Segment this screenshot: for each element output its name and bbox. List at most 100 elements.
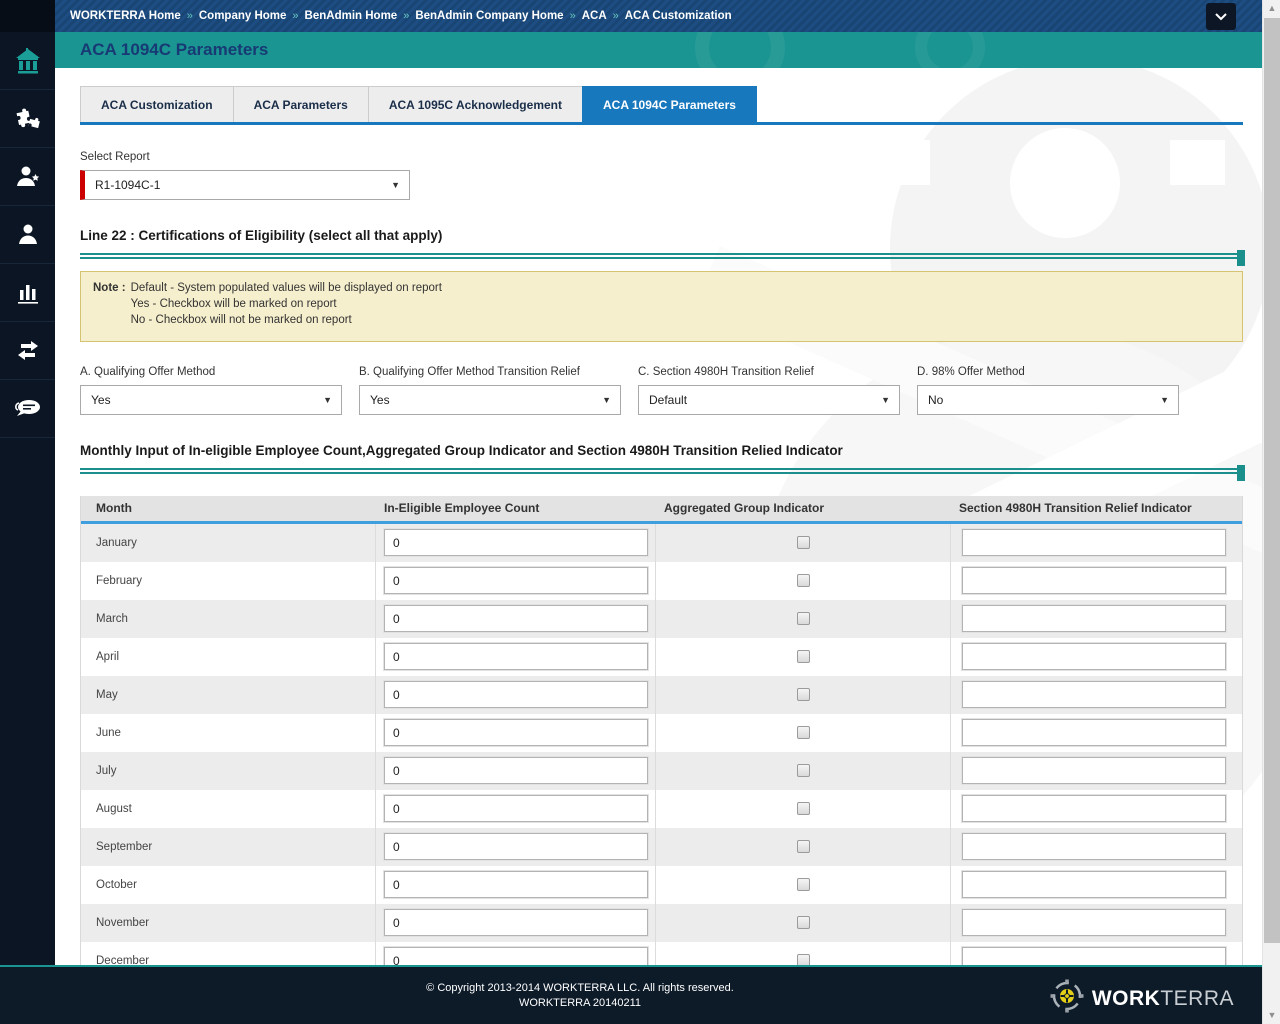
- dropdown-arrow-icon: ▼: [602, 394, 611, 405]
- month-label: April: [96, 650, 120, 663]
- relief-input-march[interactable]: [961, 604, 1227, 634]
- offer-method-98-select[interactable]: No ▼: [917, 384, 1179, 415]
- workterra-logo-icon: [1050, 979, 1084, 1018]
- breadcrumb: WORKTERRA Home » Company Home » BenAdmin…: [55, 0, 1262, 32]
- vertical-scrollbar[interactable]: ▲ ▼: [1262, 0, 1280, 1024]
- month-label: November: [96, 916, 150, 929]
- table-row-july: July: [81, 751, 1242, 790]
- aggregated-checkbox-june[interactable]: [796, 726, 810, 740]
- count-input-december[interactable]: [383, 946, 649, 965]
- aggregated-checkbox-september[interactable]: [796, 840, 810, 854]
- count-input-april[interactable]: [383, 642, 649, 672]
- aggregated-checkbox-february[interactable]: [796, 574, 810, 588]
- sidebar-item-transfer[interactable]: [0, 322, 55, 380]
- breadcrumb-separator: »: [612, 10, 619, 22]
- breadcrumb-benadmin-company-home[interactable]: BenAdmin Company Home: [415, 10, 563, 22]
- qualifying-offer-method-select[interactable]: Yes ▼: [80, 384, 342, 415]
- sidebar-item-reports[interactable]: [0, 264, 55, 322]
- relief-input-august[interactable]: [961, 794, 1227, 824]
- breadcrumb-aca-customization[interactable]: ACA Customization: [625, 10, 732, 22]
- collapse-button[interactable]: [1206, 3, 1236, 30]
- scroll-up-arrow-icon[interactable]: ▲: [1263, 0, 1280, 17]
- tab-aca-1095c-acknowledgement[interactable]: ACA 1095C Acknowledgement: [367, 86, 582, 122]
- count-input-june[interactable]: [383, 718, 649, 748]
- breadcrumb-benadmin-home[interactable]: BenAdmin Home: [305, 10, 398, 22]
- count-input-february[interactable]: [383, 566, 649, 596]
- footer: © Copyright 2013-2014 WORKTERRA LLC. All…: [0, 965, 1262, 1024]
- copyright-text: © Copyright 2013-2014 WORKTERRA LLC. All…: [426, 982, 734, 994]
- report-select[interactable]: R1-1094C-1 ▼: [80, 170, 410, 200]
- aggregated-checkbox-december[interactable]: [796, 954, 810, 965]
- table-row-october: October: [81, 865, 1242, 904]
- count-input-january[interactable]: [383, 528, 649, 558]
- relief-input-december[interactable]: [961, 946, 1227, 965]
- select-value: Yes: [370, 392, 390, 407]
- month-label: May: [96, 688, 118, 701]
- count-input-august[interactable]: [383, 794, 649, 824]
- sidebar-item-home[interactable]: [0, 32, 55, 90]
- breadcrumb-separator: »: [292, 10, 299, 22]
- relief-input-september[interactable]: [961, 832, 1227, 862]
- count-input-march[interactable]: [383, 604, 649, 634]
- relief-input-july[interactable]: [961, 756, 1227, 786]
- line22-heading: Line 22 : Certifications of Eligibility …: [80, 228, 443, 243]
- breadcrumb-aca[interactable]: ACA: [582, 10, 607, 22]
- sidebar-item-admin-users[interactable]: [0, 148, 55, 206]
- scroll-down-arrow-icon[interactable]: ▼: [1263, 1007, 1280, 1024]
- transfer-arrows-icon: [15, 339, 41, 363]
- bar-chart-icon: [15, 280, 41, 306]
- qualifying-offer-transition-relief-label: B. Qualifying Offer Method Transition Re…: [359, 365, 580, 378]
- month-label: September: [96, 840, 153, 853]
- count-input-may[interactable]: [383, 680, 649, 710]
- note-box: Note : Default - System populated values…: [80, 271, 1243, 342]
- qualifying-offer-transition-relief-select[interactable]: Yes ▼: [359, 384, 621, 415]
- header-watermark-circle: [915, 32, 985, 68]
- tab-aca-1094c-parameters[interactable]: ACA 1094C Parameters: [581, 86, 757, 122]
- table-header-row: Month In-Eligible Employee Count Aggrega…: [81, 495, 1242, 524]
- version-text: WORKTERRA 20140211: [518, 997, 642, 1010]
- count-input-november[interactable]: [383, 908, 649, 938]
- table-row-may: May: [81, 675, 1242, 714]
- user-icon: [15, 222, 41, 248]
- aggregated-checkbox-august[interactable]: [796, 802, 810, 816]
- table-row-december: December: [81, 941, 1242, 965]
- aggregated-checkbox-october[interactable]: [796, 878, 810, 892]
- chat-bubble-icon: [13, 397, 43, 421]
- relief-input-october[interactable]: [961, 870, 1227, 900]
- relief-input-february[interactable]: [961, 566, 1227, 596]
- tab-aca-parameters[interactable]: ACA Parameters: [232, 86, 368, 122]
- aggregated-checkbox-march[interactable]: [796, 612, 810, 626]
- aggregated-checkbox-january[interactable]: [796, 536, 810, 550]
- relief-input-may[interactable]: [961, 680, 1227, 710]
- aggregated-checkbox-april[interactable]: [796, 650, 810, 664]
- tab-bar: ACA Customization ACA Parameters ACA 109…: [80, 86, 1243, 125]
- aggregated-checkbox-november[interactable]: [796, 916, 810, 930]
- count-input-september[interactable]: [383, 832, 649, 862]
- month-label: March: [96, 612, 128, 625]
- offer-method-98-label: D. 98% Offer Method: [917, 365, 1025, 378]
- header-watermark-circle: [695, 32, 785, 68]
- main-content: ACA Customization ACA Parameters ACA 109…: [55, 68, 1262, 965]
- relief-input-april[interactable]: [961, 642, 1227, 672]
- breadcrumb-workterra-home[interactable]: WORKTERRA Home: [70, 10, 181, 22]
- chevron-down-icon: [1214, 8, 1228, 26]
- breadcrumb-company-home[interactable]: Company Home: [199, 10, 287, 22]
- count-input-october[interactable]: [383, 870, 649, 900]
- sidebar-item-modules[interactable]: [0, 90, 55, 148]
- tab-aca-customization[interactable]: ACA Customization: [80, 86, 233, 122]
- count-input-july[interactable]: [383, 756, 649, 786]
- relief-input-january[interactable]: [961, 528, 1227, 558]
- aggregated-checkbox-may[interactable]: [796, 688, 810, 702]
- aggregated-checkbox-july[interactable]: [796, 764, 810, 778]
- section-4980h-transition-relief-select[interactable]: Default ▼: [638, 384, 900, 415]
- sidebar-item-messages[interactable]: [0, 380, 55, 438]
- breadcrumb-separator: »: [403, 10, 410, 22]
- month-label: July: [96, 764, 117, 777]
- sidebar-item-users[interactable]: [0, 206, 55, 264]
- dropdown-arrow-icon: ▼: [881, 394, 890, 405]
- month-label: December: [96, 954, 150, 965]
- table-row-september: September: [81, 827, 1242, 866]
- scrollbar-thumb[interactable]: [1264, 18, 1280, 943]
- relief-input-june[interactable]: [961, 718, 1227, 748]
- relief-input-november[interactable]: [961, 908, 1227, 938]
